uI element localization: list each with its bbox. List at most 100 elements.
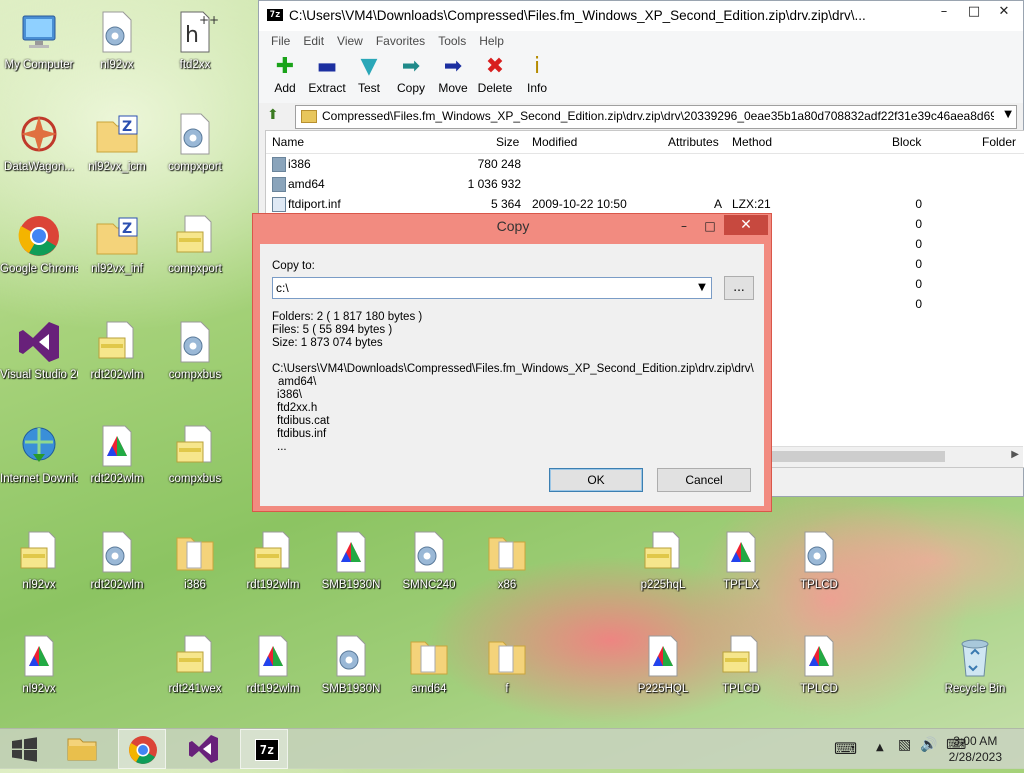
desktop-icon[interactable]: rdt241wex (156, 632, 234, 696)
seven-zip-icon: 7z (255, 739, 279, 761)
desktop-icon[interactable]: Znl92vx_inf (78, 212, 156, 276)
desktop-icon[interactable]: My Computer (0, 8, 78, 72)
desktop-icon[interactable]: SMB1930N (312, 528, 390, 592)
column-header-attributes[interactable]: Attributes (668, 135, 722, 149)
column-header-size[interactable]: Size (496, 135, 520, 149)
settings-file-icon (93, 8, 141, 56)
column-header-modified[interactable]: Modified (532, 135, 577, 149)
add-button[interactable]: ✚ Add (263, 55, 307, 96)
menu-item-view[interactable]: View (331, 31, 370, 51)
extract-button[interactable]: ▬ Extract (305, 54, 349, 96)
destination-combo[interactable]: c:\ ▼ (272, 277, 712, 299)
cancel-button[interactable]: Cancel (657, 468, 751, 492)
cell-block: 0 (915, 257, 922, 271)
visual-studio-taskbar-button[interactable] (180, 729, 228, 769)
menu-item-help[interactable]: Help (473, 31, 511, 51)
show-hidden-icons-icon[interactable]: ▲ (876, 742, 884, 753)
desktop-icon[interactable]: compxport (156, 110, 234, 174)
desktop-icon[interactable]: compxbus (156, 422, 234, 486)
minimize-button[interactable]: – (929, 1, 959, 23)
table-row[interactable]: ftdiport.inf 5 364 2009-10-22 10:50 A LZX:21… (266, 194, 1024, 214)
desktop-icon[interactable]: rdt192wlm (234, 632, 312, 696)
desktop-icon[interactable]: Internet Downlo... (0, 422, 78, 486)
desktop-icon-label: compxport (168, 263, 222, 275)
menu-item-favorites[interactable]: Favorites (370, 31, 432, 51)
desktop-icon[interactable]: amd64 (390, 632, 468, 696)
table-row[interactable]: i386 780 248 (266, 154, 1024, 174)
desktop-icon[interactable]: rdt202wlm (78, 422, 156, 486)
dialog-close-button[interactable]: ✕ (724, 215, 768, 235)
chevron-down-icon[interactable]: ▼ (695, 280, 709, 296)
desktop-icon[interactable]: h ++ ftd2xx (156, 8, 234, 72)
chrome-icon (15, 212, 63, 260)
desktop-icon[interactable]: nl92vx (0, 528, 78, 592)
cell-name: amd64 (288, 177, 325, 191)
copy-dialog[interactable]: Copy – □ ✕ Copy to: c:\ ▼ ... Folders: 2… (252, 213, 772, 512)
copy-button[interactable]: ➡ Copy (389, 55, 433, 96)
address-combo[interactable]: Compressed\Files.fm_Windows_XP_Second_Ed… (295, 105, 1017, 129)
toolbar-label: Info (526, 81, 547, 95)
taskbar: 7z ⌨ ▲ ▧ 🔊 ⌨ 3:00 AM 2/28/2023 (0, 728, 1024, 769)
desktop-icon[interactable]: Google Chrome (0, 212, 78, 276)
menu-item-tools[interactable]: Tools (432, 31, 473, 51)
desktop-icon[interactable]: TPLCD (780, 528, 858, 592)
desktop-icon[interactable]: TPLCD (702, 632, 780, 696)
seven-zip-taskbar-button[interactable]: 7z (240, 729, 288, 769)
chrome-taskbar-button[interactable] (118, 729, 166, 769)
info-button[interactable]: i Info (515, 55, 559, 96)
desktop-icon[interactable]: compxport (156, 212, 234, 276)
dialog-minimize-button[interactable]: – (671, 216, 697, 236)
column-header-name[interactable]: Name (272, 135, 304, 149)
cell-block: 0 (915, 277, 922, 291)
desktop-icon[interactable]: SMNC240 (390, 528, 468, 592)
delete-button[interactable]: ✖ Delete (473, 55, 517, 96)
column-header-method[interactable]: Method (732, 135, 772, 149)
windows-start-taskbar-button[interactable] (0, 729, 48, 769)
scroll-right-icon[interactable]: ▶ (1011, 449, 1019, 460)
desktop-icon[interactable]: Visual Studio 2013 (0, 318, 78, 382)
desktop-icon[interactable]: rdt202wlm (78, 528, 156, 592)
window-titlebar[interactable]: 7z C:\Users\VM4\Downloads\Compressed\Fil… (259, 1, 1023, 31)
clock[interactable]: 3:00 AM 2/28/2023 (949, 733, 1002, 765)
column-header-block[interactable]: Block (892, 135, 922, 149)
desktop-icon[interactable]: nl92vx (0, 632, 78, 696)
menu-item-file[interactable]: File (265, 31, 297, 51)
cell-block: 0 (915, 297, 922, 311)
desktop-icon[interactable]: f (468, 632, 546, 696)
network-icon[interactable]: ▧ (898, 737, 911, 753)
up-folder-icon[interactable]: ⬆ (267, 107, 279, 123)
desktop-icon-label: ftd2xx (179, 59, 211, 71)
toolbar-label: Move (438, 81, 468, 95)
desktop-icon[interactable]: TPFLX (702, 528, 780, 592)
desktop-icon[interactable]: Recycle Bin (936, 632, 1014, 696)
desktop-icon[interactable]: P225HQL (624, 632, 702, 696)
keyboard-icon[interactable]: ⌨ (834, 739, 857, 758)
extract-icon: ▬ (316, 54, 338, 79)
desktop-icon[interactable]: TPLCD (780, 632, 858, 696)
desktop-icon[interactable]: Znl92vx_icm (78, 110, 156, 174)
desktop-icon[interactable]: compxbus (156, 318, 234, 382)
desktop-icon[interactable]: DataWagon... (0, 110, 78, 174)
dialog-maximize-button[interactable]: □ (697, 216, 723, 236)
setup-info-icon (171, 632, 219, 680)
file-explorer-taskbar-button[interactable] (58, 729, 106, 769)
table-row[interactable]: amd64 1 036 932 (266, 174, 1024, 194)
menu-item-edit[interactable]: Edit (297, 31, 331, 51)
desktop-icon[interactable]: nl92vx (78, 8, 156, 72)
column-header-folder[interactable]: Folder (982, 135, 1016, 149)
close-button[interactable]: ✕ (989, 1, 1019, 23)
browse-button[interactable]: ... (724, 276, 754, 300)
test-button[interactable]: ▼ Test (347, 55, 391, 96)
desktop-icon[interactable]: x86 (468, 528, 546, 592)
files-summary: Files: 5 ( 55 894 bytes ) (272, 324, 393, 336)
volume-icon[interactable]: 🔊 (920, 737, 937, 753)
move-button[interactable]: ➡ Move (431, 55, 475, 96)
desktop-icon[interactable]: rdt202wlm (78, 318, 156, 382)
ok-button[interactable]: OK (549, 468, 643, 492)
desktop-icon[interactable]: rdt192wlm (234, 528, 312, 592)
desktop-icon[interactable]: p225hqL (624, 528, 702, 592)
maximize-button[interactable]: □ (959, 1, 989, 23)
desktop-icon[interactable]: i386 (156, 528, 234, 592)
desktop-icon[interactable]: SMB1930N (312, 632, 390, 696)
chevron-down-icon[interactable]: ▼ (1004, 109, 1012, 120)
